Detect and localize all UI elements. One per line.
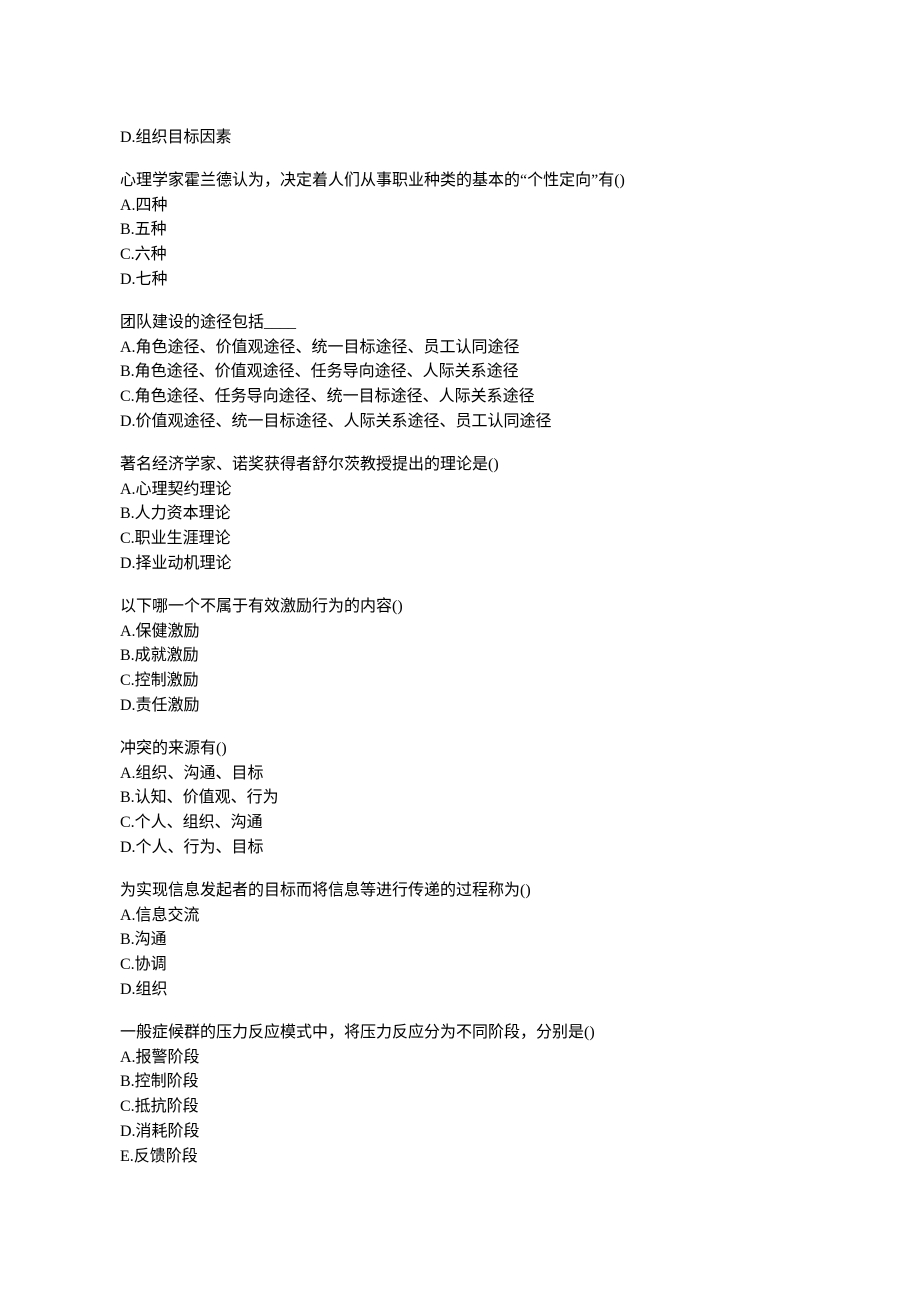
question-option: C.抵抗阶段: [120, 1095, 800, 1120]
question-option: B.角色途径、价值观途径、任务导向途径、人际关系途径: [120, 360, 800, 385]
question-option: D.消耗阶段: [120, 1120, 800, 1145]
question-option: D.择业动机理论: [120, 552, 800, 577]
question-option: B.成就激励: [120, 644, 800, 669]
question-block: 团队建设的途径包括____ A.角色途径、价值观途径、统一目标途径、员工认同途径…: [120, 311, 800, 435]
question-option: C.角色途径、任务导向途径、统一目标途径、人际关系途径: [120, 385, 800, 410]
question-option: C.六种: [120, 243, 800, 268]
question-option: D.七种: [120, 268, 800, 293]
question-option: B.认知、价值观、行为: [120, 786, 800, 811]
question-block: 冲突的来源有() A.组织、沟通、目标 B.认知、价值观、行为 C.个人、组织、…: [120, 737, 800, 861]
question-option: D.组织: [120, 978, 800, 1003]
question-option: C.个人、组织、沟通: [120, 811, 800, 836]
question-option: C.控制激励: [120, 669, 800, 694]
question-option: A.报警阶段: [120, 1046, 800, 1071]
question-option: A.信息交流: [120, 904, 800, 929]
question-option: D.个人、行为、目标: [120, 836, 800, 861]
question-option: E.反馈阶段: [120, 1145, 800, 1170]
question-option: A.保健激励: [120, 620, 800, 645]
question-stem: 著名经济学家、诺奖获得者舒尔茨教授提出的理论是(): [120, 453, 800, 478]
question-option: D.价值观途径、统一目标途径、人际关系途径、员工认同途径: [120, 410, 800, 435]
question-option: B.沟通: [120, 928, 800, 953]
question-block: 著名经济学家、诺奖获得者舒尔茨教授提出的理论是() A.心理契约理论 B.人力资…: [120, 453, 800, 577]
question-option: A.四种: [120, 194, 800, 219]
orphan-option: D.组织目标因素: [120, 126, 800, 151]
question-option: D.责任激励: [120, 694, 800, 719]
question-stem: 团队建设的途径包括____: [120, 311, 800, 336]
question-option: B.人力资本理论: [120, 502, 800, 527]
question-option: B.五种: [120, 218, 800, 243]
question-option: B.控制阶段: [120, 1070, 800, 1095]
question-block: 心理学家霍兰德认为，决定着人们从事职业种类的基本的“个性定向”有() A.四种 …: [120, 169, 800, 293]
question-block: 一般症候群的压力反应模式中，将压力反应分为不同阶段，分别是() A.报警阶段 B…: [120, 1021, 800, 1170]
question-stem: 一般症候群的压力反应模式中，将压力反应分为不同阶段，分别是(): [120, 1021, 800, 1046]
question-option: A.组织、沟通、目标: [120, 762, 800, 787]
question-option: A.角色途径、价值观途径、统一目标途径、员工认同途径: [120, 336, 800, 361]
document-page: D.组织目标因素 心理学家霍兰德认为，决定着人们从事职业种类的基本的“个性定向”…: [0, 0, 920, 1302]
question-option: A.心理契约理论: [120, 478, 800, 503]
question-block: 为实现信息发起者的目标而将信息等进行传递的过程称为() A.信息交流 B.沟通 …: [120, 879, 800, 1003]
question-stem: 心理学家霍兰德认为，决定着人们从事职业种类的基本的“个性定向”有(): [120, 169, 800, 194]
question-stem: 以下哪一个不属于有效激励行为的内容(): [120, 595, 800, 620]
question-stem: 为实现信息发起者的目标而将信息等进行传递的过程称为(): [120, 879, 800, 904]
question-block: 以下哪一个不属于有效激励行为的内容() A.保健激励 B.成就激励 C.控制激励…: [120, 595, 800, 719]
question-option: C.协调: [120, 953, 800, 978]
question-option: C.职业生涯理论: [120, 527, 800, 552]
question-stem: 冲突的来源有(): [120, 737, 800, 762]
